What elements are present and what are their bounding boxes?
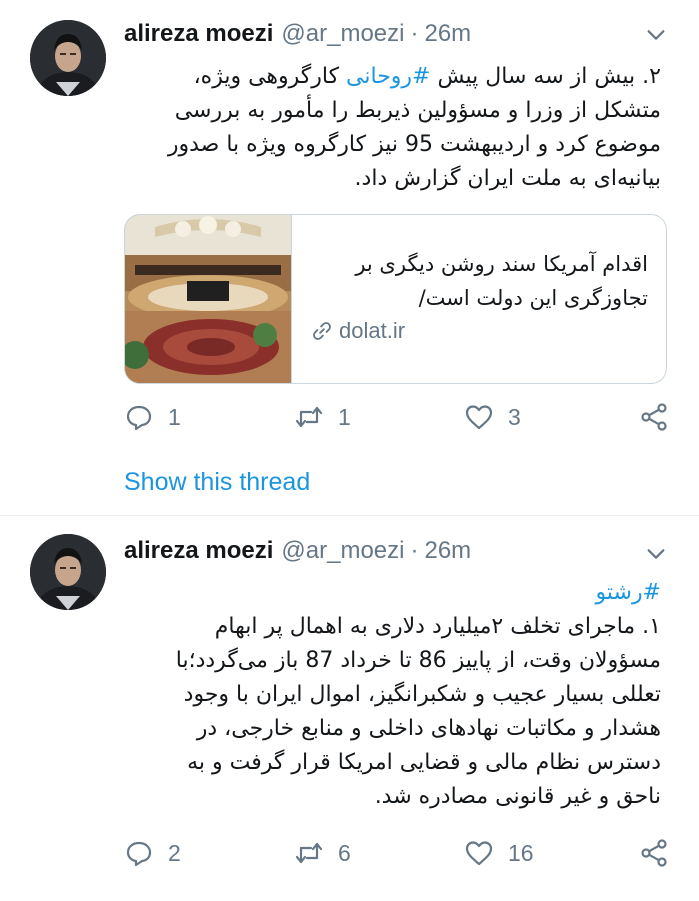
chevron-down-icon[interactable]: [645, 24, 667, 46]
reply-button[interactable]: 1: [124, 402, 181, 432]
tweet-header: alireza moezi @ar_moezi · 26m: [124, 533, 659, 569]
retweet-icon: [295, 406, 323, 428]
tweet-text-line-2: مسؤولان وقت، از پاییز 86 تا خرداد 87 باز…: [175, 648, 661, 673]
tweet-text-line-1: ۲. بیش از سه سال پیش #روحانی کارگروهی وی…: [193, 64, 661, 89]
retweet-icon: [295, 842, 323, 864]
avatar[interactable]: [30, 534, 106, 610]
retweet-count: 6: [338, 839, 351, 866]
author-handle[interactable]: @ar_moezi: [281, 537, 404, 565]
tweet-text-line-6: ناحق و غیر قانونی مصادره شد.: [374, 784, 661, 809]
share-button[interactable]: [639, 838, 669, 868]
card-title-line-2: تجاوزگری این دولت است/: [418, 286, 648, 310]
tweet-text-line-3: تعللی بسیار عجیب و شکبرانگیز، اموال ایرا…: [183, 682, 661, 707]
author-handle[interactable]: @ar_moezi: [281, 20, 404, 48]
like-count: 3: [508, 403, 521, 430]
tweet-header: alireza moezi @ar_moezi · 26m: [124, 16, 659, 52]
tweet[interactable]: alireza moezi @ar_moezi · 26m #رشتو ۱. م…: [0, 516, 699, 901]
link-card[interactable]: اقدام آمریکا سند روشن دیگری بر تجاوزگری …: [124, 214, 667, 384]
avatar[interactable]: [30, 20, 106, 96]
tweet-text-line-3: موضوع کرد و اردیبهشت 95 نیز کارگروه ویژه…: [167, 132, 661, 157]
tweet[interactable]: alireza moezi @ar_moezi · 26m ۲. بیش از …: [0, 0, 699, 516]
retweet-button[interactable]: 1: [294, 402, 351, 432]
reply-count: 1: [168, 403, 181, 430]
heart-icon: [465, 405, 493, 430]
timestamp[interactable]: 26m: [424, 537, 471, 565]
author-name[interactable]: alireza moezi: [124, 20, 273, 48]
reply-count: 2: [168, 839, 181, 866]
reply-button[interactable]: 2: [124, 838, 181, 868]
tweet-actions: 1 1 3: [124, 402, 669, 438]
share-icon: [641, 403, 667, 431]
like-button[interactable]: 3: [464, 402, 521, 432]
reply-icon: [126, 841, 152, 867]
tweet-text-line-2: متشکل از وزرا و مسؤولین ذیربط را مأمور ب…: [174, 98, 661, 123]
retweet-count: 1: [338, 403, 351, 430]
tweet-actions: 2 6 16: [124, 838, 669, 874]
like-button[interactable]: 16: [464, 838, 534, 868]
like-count: 16: [508, 839, 534, 866]
timestamp[interactable]: 26m: [424, 20, 471, 48]
card-title-line-1: اقدام آمریکا سند روشن دیگری بر: [355, 252, 648, 276]
tweet-text-line-4: هشدار و مکاتبات نهادهای داخلی و منابع خا…: [196, 716, 661, 741]
tweet-text-line-5: دسترس نظام مالی و قضایی امریکا قرار گرفت…: [187, 750, 661, 775]
chevron-down-icon[interactable]: [645, 543, 667, 565]
link-icon: [313, 322, 331, 340]
reply-icon: [126, 405, 152, 431]
tweet-text: ۲. بیش از سه سال پیش #روحانی کارگروهی وی…: [124, 60, 661, 196]
card-domain-text: dolat.ir: [339, 318, 406, 343]
separator: ·: [410, 537, 419, 564]
card-image: [125, 215, 292, 383]
tweet-text: #رشتو ۱. ماجرای تخلف ۲میلیارد دلاری به ا…: [124, 576, 661, 814]
heart-icon: [465, 841, 493, 866]
tweet-text-line-4: بیانیه‌ای به ملت ایران گزارش داد.: [354, 166, 661, 191]
share-icon: [641, 839, 667, 867]
hashtag-link[interactable]: #رشتو: [124, 576, 662, 610]
share-button[interactable]: [639, 402, 669, 432]
hashtag-link[interactable]: #روحانی: [346, 64, 430, 89]
separator: ·: [410, 20, 419, 47]
author-name[interactable]: alireza moezi: [124, 537, 273, 565]
retweet-button[interactable]: 6: [294, 838, 351, 868]
tweet-text-line-1: ۱. ماجرای تخلف ۲میلیارد دلاری به اهمال پ…: [214, 614, 661, 639]
show-thread-link[interactable]: Show this thread: [124, 468, 310, 497]
card-domain: dolat.ir: [311, 318, 405, 344]
card-title: اقدام آمریکا سند روشن دیگری بر تجاوزگری …: [311, 247, 648, 315]
